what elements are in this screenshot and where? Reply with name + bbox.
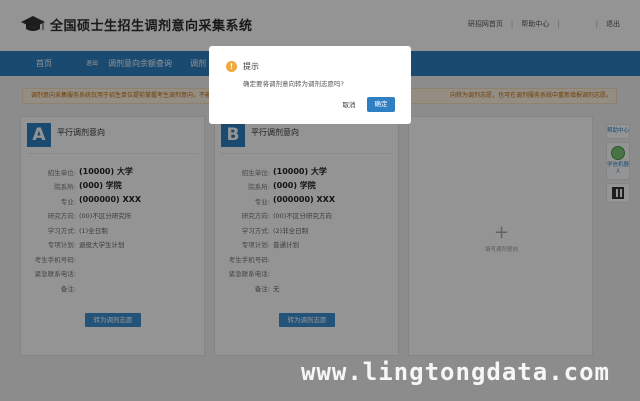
confirm-button[interactable]: 确定 <box>367 97 395 112</box>
dialog-message: 确定要将调剂意向转为调剂志愿吗? <box>243 80 344 88</box>
confirm-dialog: ! 提示 确定要将调剂意向转为调剂志愿吗? 取消 确定 <box>209 46 411 124</box>
dialog-title: 提示 <box>243 62 259 71</box>
watermark-text: www.lingtongdata.com <box>301 358 610 386</box>
warning-icon: ! <box>226 61 237 72</box>
cancel-button[interactable]: 取消 <box>336 98 362 112</box>
